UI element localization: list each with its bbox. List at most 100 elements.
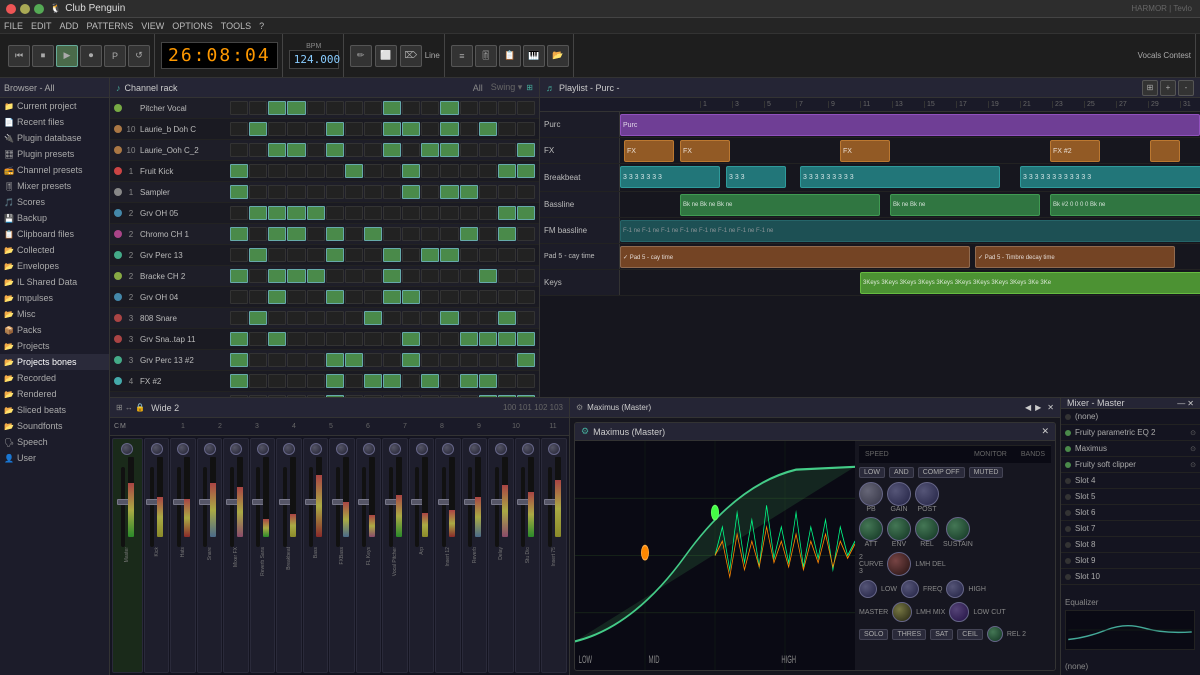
ch-pad[interactable]	[364, 269, 382, 283]
bpm-display[interactable]: 124.000	[289, 50, 339, 69]
ch-pad[interactable]	[421, 185, 439, 199]
ch-pad[interactable]	[402, 185, 420, 199]
pl-block-fm[interactable]: F-1 ne F-1 ne F-1 ne F-1 ne F-1 ne F-1 n…	[620, 220, 1200, 242]
ch-pad[interactable]	[287, 248, 305, 262]
sidebar-item-11[interactable]: 📂IL Shared Data	[0, 274, 109, 290]
muted-btn[interactable]: MUTED	[969, 467, 1004, 478]
ch-pad[interactable]	[230, 206, 248, 220]
menu-edit[interactable]: EDIT	[31, 21, 52, 31]
pl-block-fx4[interactable]: FX #2	[1050, 140, 1100, 162]
fx-slot-10[interactable]: Slot 10	[1061, 569, 1200, 585]
sidebar-item-16[interactable]: 📂Projects bones	[0, 354, 109, 370]
pl-block-bb1[interactable]: 3 3 3 3 3 3 3	[620, 166, 720, 188]
ch-pad[interactable]	[268, 143, 286, 157]
ch-pad[interactable]	[326, 143, 344, 157]
ch-pad[interactable]	[345, 353, 363, 367]
ch-pad[interactable]	[326, 164, 344, 178]
ch-pad[interactable]	[479, 353, 497, 367]
ch-pad[interactable]	[479, 206, 497, 220]
ch-pad[interactable]	[364, 290, 382, 304]
channel-row[interactable]: 1 Fruit Kick	[110, 161, 539, 182]
ch-pad[interactable]	[364, 353, 382, 367]
mixer-channel-insert-75[interactable]: Insert 75	[541, 438, 567, 673]
ch-pad[interactable]	[326, 311, 344, 325]
ch-pad[interactable]	[383, 164, 401, 178]
ch-pad[interactable]	[249, 206, 267, 220]
ch-pad[interactable]	[383, 353, 401, 367]
ch-pad[interactable]	[440, 185, 458, 199]
ch-pad[interactable]	[498, 332, 516, 346]
ch-pad[interactable]	[517, 248, 535, 262]
ch-pad[interactable]	[364, 101, 382, 115]
ch-pad[interactable]	[498, 185, 516, 199]
record-button[interactable]: ⏺	[80, 45, 102, 67]
ch-pad[interactable]	[479, 101, 497, 115]
channel-rack-all[interactable]: All	[473, 83, 483, 93]
ch-pad[interactable]	[326, 374, 344, 388]
play-button[interactable]: ▶	[56, 45, 78, 67]
mixer-fader[interactable]	[438, 499, 450, 505]
pl-block-bb2[interactable]: 3 3 3	[726, 166, 786, 188]
ch-pad[interactable]	[402, 101, 420, 115]
ch-pad[interactable]	[479, 164, 497, 178]
ch-pad[interactable]	[268, 374, 286, 388]
ch-pad[interactable]	[307, 143, 325, 157]
mixer-pan-knob[interactable]	[310, 443, 322, 455]
fx-slot-2[interactable]: Maximus ⊙	[1061, 441, 1200, 457]
browser-button[interactable]: 📂	[547, 45, 569, 67]
ch-pad[interactable]	[249, 164, 267, 178]
track-content-pad[interactable]: ✓ Pad 5 - cay time ✓ Pad 5 - Timbre deca…	[620, 244, 1200, 269]
ch-pad[interactable]	[307, 290, 325, 304]
ch-pad[interactable]	[268, 269, 286, 283]
mixer-channel-vocal-pitcher[interactable]: Vocal Pitcher	[382, 438, 408, 673]
ch-pad[interactable]	[498, 290, 516, 304]
ch-pad[interactable]	[307, 332, 325, 346]
maximus-graph[interactable]: LOW MID HIGH	[575, 441, 855, 670]
ch-pad[interactable]	[383, 122, 401, 136]
ch-pad[interactable]	[307, 101, 325, 115]
ch-pad[interactable]	[498, 353, 516, 367]
ch-pad[interactable]	[498, 269, 516, 283]
ch-pad[interactable]	[498, 206, 516, 220]
ch-pad[interactable]	[498, 122, 516, 136]
ch-pad[interactable]	[268, 227, 286, 241]
pl-zoom-in[interactable]: +	[1160, 80, 1176, 96]
ch-pad[interactable]	[460, 269, 478, 283]
pl-block-bb3[interactable]: 3 3 3 3 3 3 3 3 3	[800, 166, 1000, 188]
menu-add[interactable]: ADD	[60, 21, 79, 31]
ch-pad[interactable]	[479, 290, 497, 304]
ch-pad[interactable]	[440, 332, 458, 346]
sidebar-item-1[interactable]: 📄Recent files	[0, 114, 109, 130]
ch-pad[interactable]	[498, 248, 516, 262]
ch-pad[interactable]	[402, 374, 420, 388]
ch-pad[interactable]	[268, 122, 286, 136]
ch-pad[interactable]	[287, 185, 305, 199]
ch-pad[interactable]	[402, 122, 420, 136]
ch-pad[interactable]	[345, 395, 363, 397]
ch-pad[interactable]	[307, 206, 325, 220]
channel-row[interactable]: 2 Grv OH 04	[110, 287, 539, 308]
menu-view[interactable]: VIEW	[141, 21, 164, 31]
ch-pad[interactable]	[230, 185, 248, 199]
fx-slot-6[interactable]: Slot 6	[1061, 505, 1200, 521]
ch-pad[interactable]	[249, 101, 267, 115]
ch-pad[interactable]	[345, 332, 363, 346]
mixer-pan-knob[interactable]	[495, 443, 507, 455]
ch-pad[interactable]	[498, 164, 516, 178]
ch-pad[interactable]	[345, 374, 363, 388]
pl-block-keys[interactable]: 3Keys 3Keys 3Keys 3Keys 3Keys 3Keys 3Key…	[860, 272, 1200, 294]
ch-pad[interactable]	[421, 332, 439, 346]
ch-pad[interactable]	[287, 143, 305, 157]
channel-row[interactable]: 2 Chromo CH 1	[110, 224, 539, 245]
rp-close[interactable]: ✕	[1187, 399, 1194, 408]
pl-block-pad2[interactable]: ✓ Pad 5 - Timbre decay time	[975, 246, 1175, 268]
ch-pad[interactable]	[249, 248, 267, 262]
ch-pad[interactable]	[479, 311, 497, 325]
mixer-pan-knob[interactable]	[177, 443, 189, 455]
mixer-channel-bass[interactable]: Bass	[303, 438, 329, 673]
ch-pad[interactable]	[517, 290, 535, 304]
ch-pad[interactable]	[383, 332, 401, 346]
ch-pad[interactable]	[460, 122, 478, 136]
ch-pad[interactable]	[326, 185, 344, 199]
track-content-fx[interactable]: FX FX FX FX #2 FX #2	[620, 138, 1200, 163]
